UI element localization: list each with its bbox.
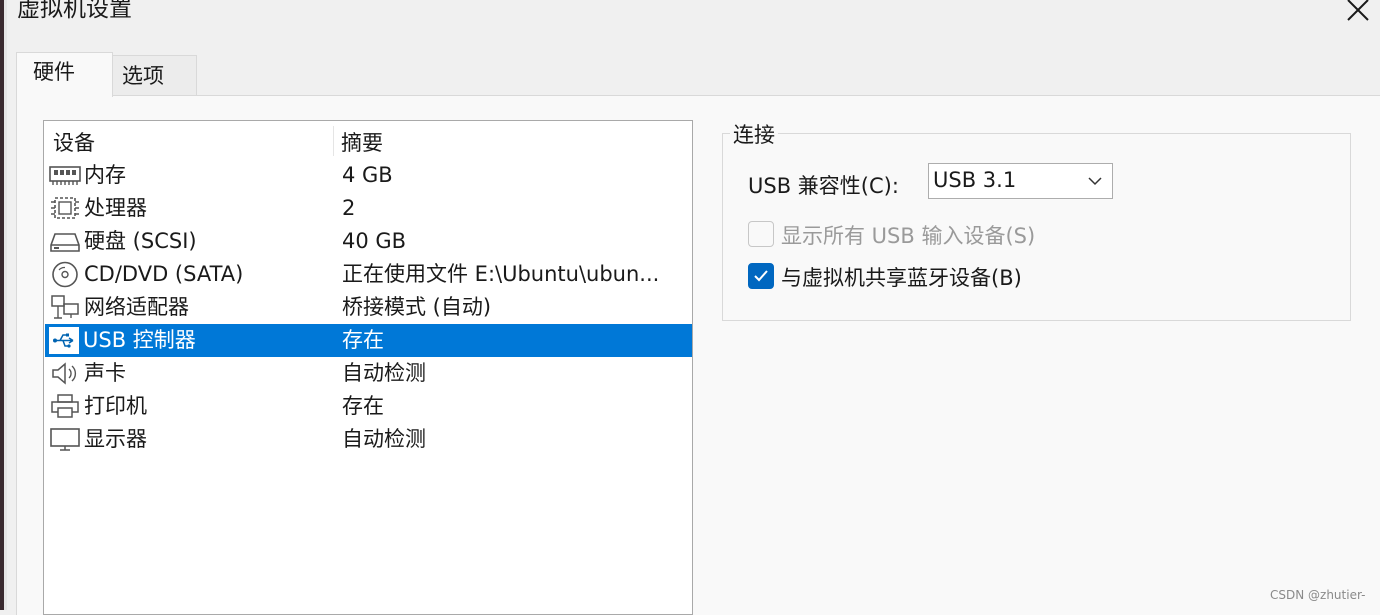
device-row-hard-disk[interactable]: 硬盘 (SCSI) 40 GB [45, 225, 692, 258]
cd-dvd-icon [52, 261, 78, 288]
device-name: 声卡 [84, 361, 126, 385]
window-title: 虚拟机设置 [17, 0, 132, 22]
share-bluetooth-label: 与虚拟机共享蓝牙设备(B) [781, 266, 1022, 290]
close-button[interactable] [1338, 0, 1378, 26]
device-summary: 存在 [342, 394, 384, 418]
monitor-icon [50, 428, 80, 451]
window-border [4, 0, 7, 610]
column-separator[interactable] [333, 126, 334, 156]
speaker-icon [52, 362, 77, 385]
network-adapter-icon [51, 295, 79, 319]
list-header: 设备 摘要 [44, 121, 692, 157]
device-summary: 存在 [342, 328, 384, 352]
usb-icon-frame [48, 326, 80, 355]
usb-icon [53, 333, 74, 348]
device-name: 硬盘 (SCSI) [84, 229, 197, 253]
show-all-usb-label: 显示所有 USB 输入设备(S) [781, 224, 1036, 248]
close-icon [1347, 0, 1369, 21]
memory-icon [49, 166, 81, 185]
usb-compatibility-value: USB 3.1 [933, 168, 1017, 192]
device-row-sound-card[interactable]: 声卡 自动检测 [45, 357, 692, 390]
hard-disk-icon [50, 233, 80, 252]
device-name: USB 控制器 [83, 328, 196, 352]
device-summary: 自动检测 [342, 361, 426, 385]
tab-options[interactable]: 选项 [113, 55, 197, 95]
usb-compatibility-label: USB 兼容性(C): [748, 174, 899, 198]
device-name: 网络适配器 [84, 295, 189, 319]
watermark: CSDN @zhutier- [1270, 588, 1366, 602]
chevron-down-icon [1088, 177, 1102, 186]
printer-icon [51, 394, 79, 418]
device-row-display[interactable]: 显示器 自动检测 [45, 423, 692, 456]
device-summary: 4 GB [342, 163, 393, 187]
column-header-summary[interactable]: 摘要 [341, 127, 383, 157]
connection-group-title: 连接 [730, 119, 778, 149]
device-summary: 正在使用文件 E:\Ubuntu\ubun... [342, 262, 660, 286]
column-header-device[interactable]: 设备 [53, 127, 95, 157]
device-list[interactable]: 设备 摘要 内存 4 GB 处理器 2 硬盘 (SCSI) 40 GB CD/D… [43, 120, 693, 615]
device-summary: 2 [342, 196, 356, 220]
device-summary: 自动检测 [342, 427, 426, 451]
device-name: 显示器 [84, 427, 147, 451]
device-name: 处理器 [84, 196, 147, 220]
device-name: 内存 [84, 163, 126, 187]
device-name: CD/DVD (SATA) [84, 262, 244, 286]
usb-compatibility-select[interactable]: USB 3.1 [928, 163, 1113, 199]
device-row-processor[interactable]: 处理器 2 [45, 192, 692, 225]
checkmark-icon [754, 270, 768, 282]
device-row-cd-dvd[interactable]: CD/DVD (SATA) 正在使用文件 E:\Ubuntu\ubun... [45, 258, 692, 291]
show-all-usb-checkbox[interactable] [748, 221, 774, 247]
device-summary: 40 GB [342, 229, 407, 253]
share-bluetooth-checkbox[interactable] [748, 263, 774, 289]
device-name: 打印机 [84, 394, 147, 418]
device-summary: 桥接模式 (自动) [342, 295, 492, 319]
device-row-network-adapter[interactable]: 网络适配器 桥接模式 (自动) [45, 291, 692, 324]
tab-hardware[interactable]: 硬件 [16, 52, 113, 97]
device-row-usb-controller[interactable]: USB 控制器 存在 [45, 324, 692, 357]
processor-icon [51, 197, 79, 219]
device-row-printer[interactable]: 打印机 存在 [45, 390, 692, 423]
device-row-memory[interactable]: 内存 4 GB [45, 159, 692, 192]
